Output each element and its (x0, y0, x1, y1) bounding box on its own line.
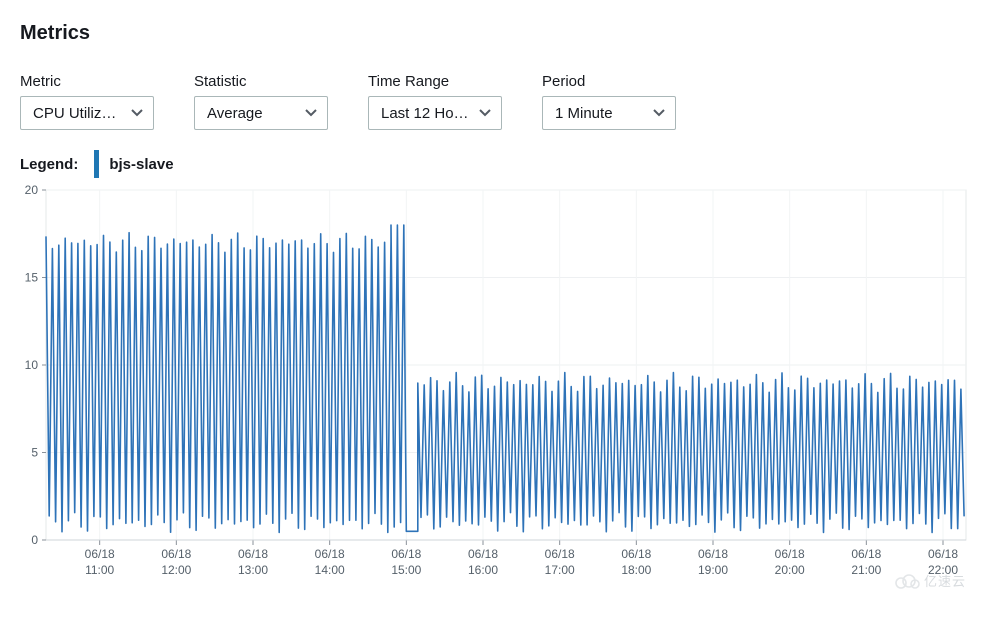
chevron-down-icon (479, 109, 491, 117)
control-period: Period 1 Minute (542, 73, 676, 130)
svg-text:12:00: 12:00 (161, 563, 191, 577)
statistic-label: Statistic (194, 73, 328, 90)
svg-text:16:00: 16:00 (468, 563, 498, 577)
cpu-line-chart: 0 5 10 15 20 06/18 11:00 06/18 12:00 06/18 13:00 06… (20, 184, 970, 584)
svg-text:06/18: 06/18 (928, 547, 958, 561)
svg-text:20:00: 20:00 (775, 563, 805, 577)
period-label: Period (542, 73, 676, 90)
svg-text:06/18: 06/18 (161, 547, 191, 561)
svg-text:14:00: 14:00 (315, 563, 345, 577)
chevron-down-icon (131, 109, 143, 117)
svg-text:21:00: 21:00 (851, 563, 881, 577)
svg-text:13:00: 13:00 (238, 563, 268, 577)
svg-text:06/18: 06/18 (315, 547, 345, 561)
svg-text:15: 15 (25, 271, 39, 285)
svg-text:06/18: 06/18 (545, 547, 575, 561)
svg-text:5: 5 (31, 446, 38, 460)
svg-text:06/18: 06/18 (391, 547, 421, 561)
metric-select[interactable]: CPU Utiliz… (20, 96, 154, 130)
legend-color-chip (94, 150, 99, 178)
svg-text:06/18: 06/18 (468, 547, 498, 561)
svg-text:15:00: 15:00 (391, 563, 421, 577)
svg-text:11:00: 11:00 (85, 563, 114, 577)
page-title: Metrics (20, 22, 970, 45)
watermark-text: 亿速云 (924, 571, 966, 590)
statistic-select[interactable]: Average (194, 96, 328, 130)
legend-series-name: bjs-slave (109, 156, 173, 173)
svg-text:10: 10 (25, 358, 39, 372)
controls-row: Metric CPU Utiliz… Statistic Average Tim… (20, 73, 970, 130)
metrics-panel: Metrics Metric CPU Utiliz… Statistic Ave… (0, 0, 990, 584)
watermark: 亿速云 (894, 571, 966, 590)
control-statistic: Statistic Average (194, 73, 328, 130)
timerange-select-value: Last 12 Ho… (381, 105, 469, 122)
legend: Legend: bjs-slave (20, 150, 970, 178)
statistic-select-value: Average (207, 105, 295, 122)
svg-text:06/18: 06/18 (85, 547, 115, 561)
chart-container: 0 5 10 15 20 06/18 11:00 06/18 12:00 06/18 13:00 06… (20, 184, 970, 584)
period-select-value: 1 Minute (555, 105, 643, 122)
svg-text:19:00: 19:00 (698, 563, 728, 577)
svg-text:0: 0 (31, 533, 38, 547)
svg-text:06/18: 06/18 (851, 547, 881, 561)
svg-text:20: 20 (25, 184, 39, 197)
metric-label: Metric (20, 73, 154, 90)
chevron-down-icon (305, 109, 317, 117)
svg-text:06/18: 06/18 (621, 547, 651, 561)
metric-select-value: CPU Utiliz… (33, 105, 121, 122)
svg-text:18:00: 18:00 (621, 563, 651, 577)
svg-text:06/18: 06/18 (238, 547, 268, 561)
svg-text:06/18: 06/18 (775, 547, 805, 561)
timerange-select[interactable]: Last 12 Ho… (368, 96, 502, 130)
chevron-down-icon (653, 109, 665, 117)
svg-text:17:00: 17:00 (545, 563, 575, 577)
control-metric: Metric CPU Utiliz… (20, 73, 154, 130)
period-select[interactable]: 1 Minute (542, 96, 676, 130)
timerange-label: Time Range (368, 73, 502, 90)
legend-label: Legend: (20, 156, 78, 173)
svg-text:06/18: 06/18 (698, 547, 728, 561)
control-timerange: Time Range Last 12 Ho… (368, 73, 502, 130)
